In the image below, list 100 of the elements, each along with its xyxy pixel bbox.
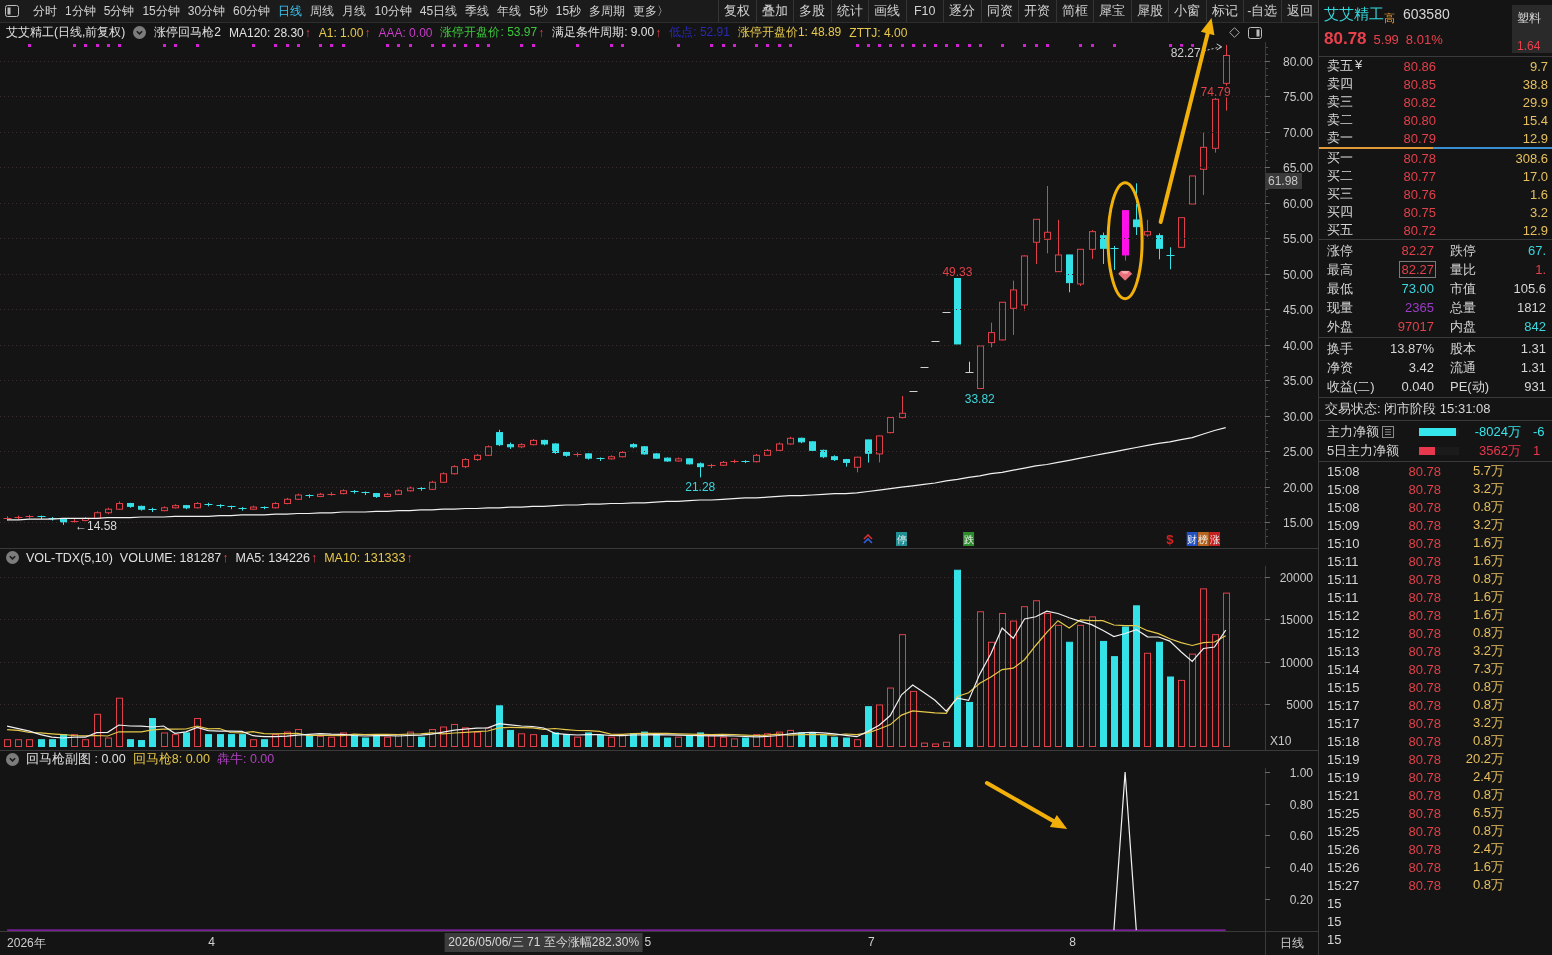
period-tab[interactable]: 日线 [274, 2, 307, 20]
toolbar-button[interactable]: 画线 [868, 0, 906, 22]
toolbar-button[interactable]: -自选 [1243, 0, 1281, 22]
chevron-down-icon[interactable] [6, 551, 19, 564]
tick-volume: 1.6万 [1471, 552, 1504, 570]
tick-volume: 0.8万 [1471, 822, 1504, 840]
tick-time: 15:08 [1327, 481, 1361, 497]
sector-change: 1.64 [1517, 39, 1542, 53]
event-badge: 财 [1186, 532, 1198, 546]
sector-tile[interactable]: 塑料 1.64 [1512, 5, 1552, 53]
price-label: 82.27 [1170, 45, 1201, 60]
period-tab[interactable]: 5秒 [525, 2, 552, 20]
tick-time: 15:15 [1327, 679, 1361, 695]
indicator-value: VOLUME: 181287 [119, 550, 222, 565]
axis-label: 70.00 [1282, 125, 1313, 140]
panel-toggle-icon[interactable] [5, 5, 19, 17]
chevron-down-icon[interactable] [133, 26, 147, 39]
stat-value: 105.6 [1512, 280, 1547, 297]
period-tab[interactable]: 1分钟 [61, 2, 100, 20]
tick-time: 15:12 [1327, 607, 1361, 623]
tick-price: 80.78 [1407, 607, 1441, 623]
period-tab[interactable]: 45日线 [415, 2, 462, 20]
axis-label: 0.80 [1289, 797, 1313, 812]
period-tab[interactable]: 年线 [493, 2, 526, 20]
price-label: 21.28 [685, 480, 716, 495]
stat-label: 换手 [1327, 340, 1354, 358]
list-icon[interactable] [1382, 425, 1394, 438]
period-tab[interactable]: 5分钟 [99, 2, 139, 20]
axis-label: 20000 [1279, 570, 1313, 585]
trend-arrow: ↑ [655, 25, 662, 40]
tick-volume: 3.2万 [1471, 516, 1504, 534]
period-tab[interactable]: 30分钟 [183, 2, 230, 20]
stock-code: 603580 [1403, 6, 1450, 22]
order-volume: 12.9 [1521, 130, 1548, 146]
period-tab[interactable]: 15分钟 [138, 2, 184, 20]
order-level-label: 卖三 [1327, 93, 1353, 111]
diamond-icon[interactable] [1229, 27, 1240, 38]
tick-price: 80.78 [1407, 733, 1441, 749]
stat-label: PE(动) [1449, 378, 1490, 396]
tick-price: 80.78 [1407, 859, 1441, 875]
toolbar-button[interactable]: 叠加 [755, 0, 793, 22]
toolbar-button[interactable]: 犀宝 [1093, 0, 1131, 22]
toolbar-button[interactable]: 逐分 [943, 0, 981, 22]
order-volume: 15.4 [1521, 112, 1548, 128]
period-tab[interactable]: 周线 [306, 2, 339, 20]
toolbar-button[interactable]: 开资 [1018, 0, 1056, 22]
toolbar-button[interactable]: F10 [905, 0, 943, 22]
order-level-label: 卖一 [1327, 129, 1353, 147]
currency-sign: ¥ [1355, 57, 1363, 74]
period-tab[interactable]: 10分钟 [370, 2, 416, 20]
event-badge: 停 [896, 532, 907, 546]
tick-price: 80.78 [1407, 877, 1441, 893]
order-price: 80.76 [1402, 186, 1436, 202]
order-level-label: 卖二 [1327, 111, 1353, 129]
axis-label: 35.00 [1282, 373, 1313, 388]
stat-value: 82.27 [1399, 261, 1436, 278]
axis-label: 50.00 [1282, 267, 1313, 282]
period-tab[interactable]: 月线 [338, 2, 371, 20]
stat-label: 现量 [1327, 299, 1354, 317]
flow-value: -6 [1532, 424, 1546, 439]
indicator-value: A1: 1.00 [318, 25, 364, 40]
axis-label: 10000 [1279, 655, 1313, 670]
toolbar-button[interactable]: 同资 [980, 0, 1018, 22]
tick-volume: 2.4万 [1471, 840, 1504, 858]
tick-volume: 0.8万 [1471, 732, 1504, 750]
tick-time: 15:14 [1327, 661, 1361, 677]
axis-label: 5000 [1286, 697, 1313, 712]
order-price: 80.72 [1402, 222, 1436, 238]
period-tab[interactable]: 60分钟 [229, 2, 275, 20]
toolbar-button[interactable]: 简框 [1055, 0, 1093, 22]
date-axis-label: 8 [1069, 935, 1076, 949]
toolbar-button[interactable]: 复权 [718, 0, 756, 22]
period-tab[interactable]: 分时 [29, 2, 61, 20]
period-tab[interactable]: 更多〉 [629, 2, 674, 20]
tick-price: 80.78 [1407, 553, 1441, 569]
leader-arrow [1203, 43, 1223, 52]
tick-price: 80.78 [1407, 697, 1441, 713]
panel-toggle-icon[interactable] [1248, 26, 1262, 39]
order-level-label: 卖五 [1327, 57, 1353, 75]
tick-time: 15:11 [1327, 553, 1360, 569]
chevron-down-icon[interactable] [6, 753, 19, 766]
period-tab[interactable]: 多周期 [585, 2, 630, 20]
toolbar-button[interactable]: 多股 [793, 0, 831, 22]
tick-time: 15:25 [1327, 805, 1361, 821]
toolbar-button[interactable]: 小窗 [1168, 0, 1206, 22]
period-tab[interactable]: 15秒 [551, 2, 586, 20]
tick-volume: 20.2万 [1464, 750, 1504, 768]
toolbar-button[interactable]: 犀股 [1130, 0, 1168, 22]
price-label: ←14.58 [75, 518, 118, 533]
trend-arrow: ↑ [304, 25, 311, 40]
toolbar-button[interactable]: 统计 [830, 0, 868, 22]
toolbar-button[interactable]: 返回 [1280, 0, 1318, 22]
tick-volume: 1.6万 [1471, 606, 1504, 624]
stat-value: 931 [1523, 378, 1547, 395]
tick-price: 80.78 [1407, 715, 1441, 731]
period-tab[interactable]: 季线 [461, 2, 494, 20]
stat-label: 涨停 [1327, 242, 1354, 260]
stat-label: 量比 [1449, 261, 1477, 279]
tick-price: 80.78 [1407, 679, 1441, 695]
stat-label: 内盘 [1449, 318, 1477, 336]
